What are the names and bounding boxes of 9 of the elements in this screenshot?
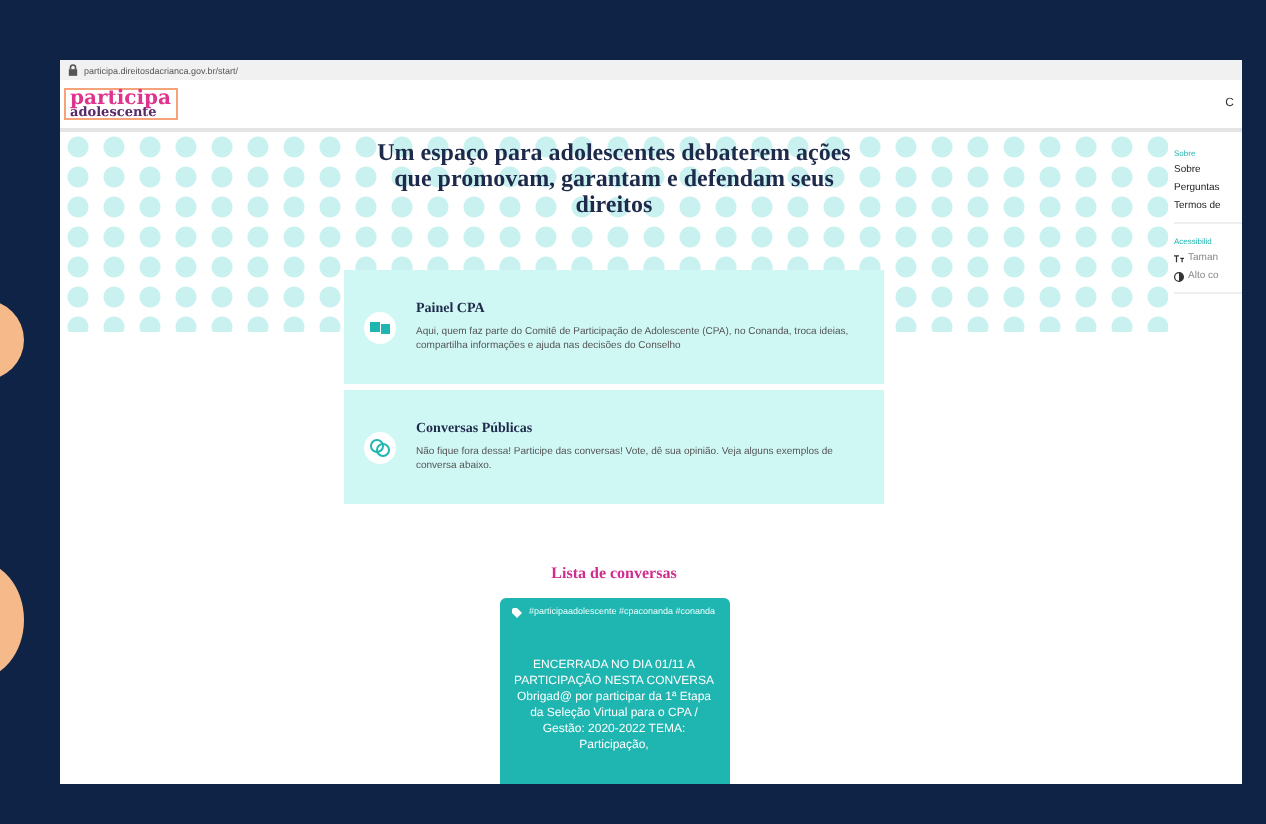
- hero-title: Um espaço para adolescentes debaterem ações que promovam, garantam e defendam seus direitos: [375, 140, 853, 218]
- tag-icon: [512, 608, 523, 618]
- text-size-icon: [1174, 253, 1184, 263]
- contrast-icon: [1174, 271, 1184, 281]
- conversation-card[interactable]: [499, 598, 729, 784]
- lock-icon: [68, 64, 78, 76]
- section-heading: Lista de conversas: [551, 564, 677, 582]
- panel-icon: [364, 311, 396, 343]
- chat-icon: [364, 431, 396, 463]
